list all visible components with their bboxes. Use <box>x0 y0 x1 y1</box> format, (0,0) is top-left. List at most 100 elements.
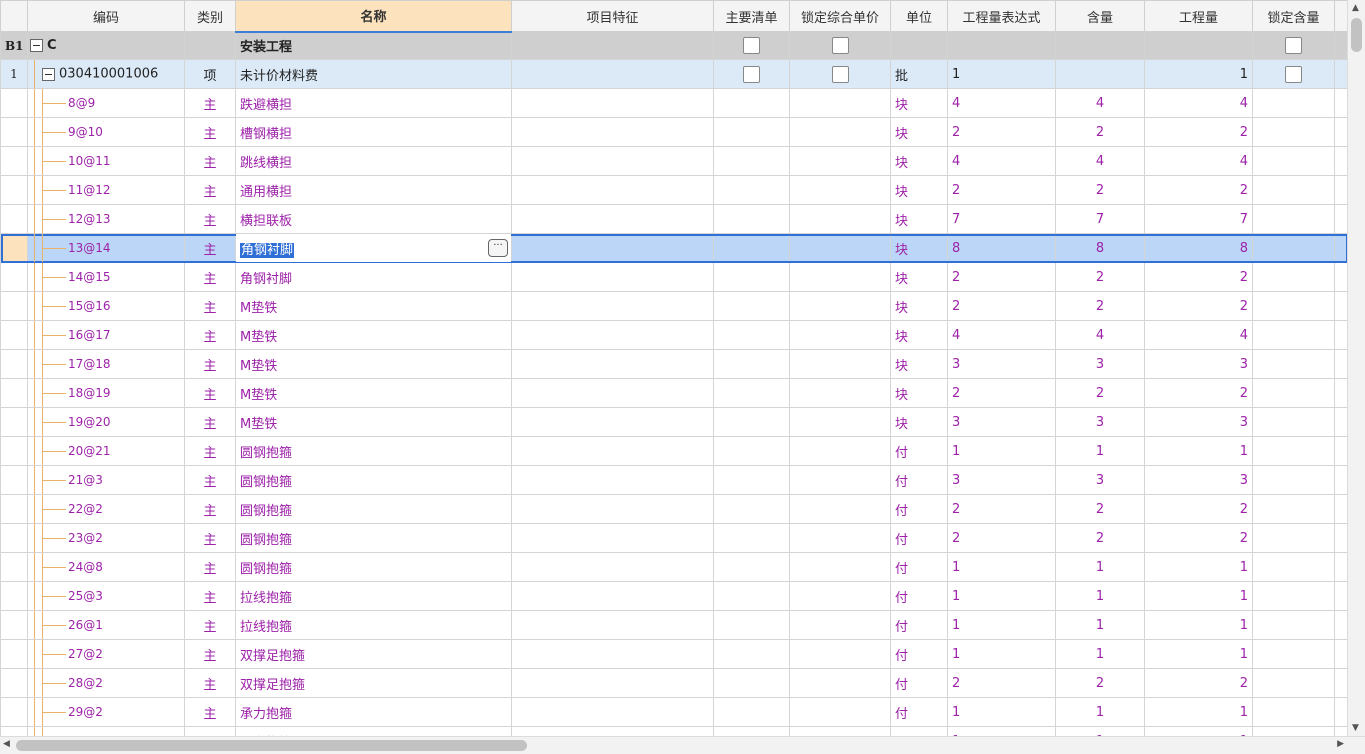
header-name[interactable]: 名称 <box>235 0 512 33</box>
code-cell[interactable]: 13@14 <box>27 233 185 263</box>
name-cell[interactable]: 跳线横担 <box>235 146 512 176</box>
collapse-minus-icon[interactable] <box>42 67 55 81</box>
content-cell[interactable]: 2 <box>1055 291 1145 321</box>
code-cell[interactable]: 24@8 <box>27 552 185 582</box>
table-row[interactable]: 14@15 主角钢衬脚块 2 2 2 <box>0 262 1347 292</box>
expr-cell[interactable]: 1 <box>947 610 1056 640</box>
code-cell[interactable]: 12@13 <box>27 204 185 234</box>
name-cell[interactable]: 角钢衬脚 <box>235 262 512 292</box>
table-row[interactable]: 16@17 主 M垫铁块 4 4 4 <box>0 320 1347 350</box>
content-cell[interactable]: 2 <box>1055 175 1145 205</box>
code-cell[interactable]: 9@10 <box>27 117 185 147</box>
header-lock-price[interactable]: 锁定综合单价 <box>789 0 891 32</box>
feature-cell[interactable] <box>511 146 714 176</box>
content-cell[interactable]: 4 <box>1055 320 1145 350</box>
horizontal-scroll-thumb[interactable] <box>16 740 527 751</box>
collapse-minus-icon[interactable] <box>30 39 43 52</box>
table-row[interactable]: 29@2 主承力抱箍付 1 1 1 <box>0 697 1347 727</box>
feature-cell[interactable] <box>511 552 714 582</box>
code-cell[interactable]: 18@19 <box>27 378 185 408</box>
name-cell[interactable]: 安装工程 <box>235 31 512 60</box>
feature-cell[interactable] <box>511 668 714 698</box>
name-cell[interactable]: 圆钢抱箍 <box>235 436 512 466</box>
expr-cell[interactable]: 1 <box>947 436 1056 466</box>
expr-cell[interactable]: 2 <box>947 175 1056 205</box>
feature-cell[interactable] <box>511 639 714 669</box>
content-cell[interactable]: 1 <box>1055 436 1145 466</box>
feature-cell[interactable] <box>511 233 714 263</box>
code-cell[interactable]: 11@12 <box>27 175 185 205</box>
code-cell[interactable]: 8@9 <box>27 88 185 118</box>
code-cell[interactable]: 16@17 <box>27 320 185 350</box>
name-cell[interactable]: M垫铁 <box>235 320 512 350</box>
feature-cell[interactable] <box>511 320 714 350</box>
content-cell[interactable]: 1 <box>1055 610 1145 640</box>
code-cell[interactable]: 29@2 <box>27 697 185 727</box>
table-row[interactable]: 17@18 主 M垫铁块 3 3 3 <box>0 349 1347 379</box>
table-row[interactable]: 28@2 主双撑足抱箍付 2 2 2 <box>0 668 1347 698</box>
code-cell[interactable]: 20@21 <box>27 436 185 466</box>
code-cell[interactable]: 23@2 <box>27 523 185 553</box>
horizontal-scrollbar[interactable]: ◀ ▶ <box>0 736 1365 754</box>
feature-cell[interactable] <box>511 378 714 408</box>
table-row[interactable]: 20@21 主圆钢抱箍付 1 1 1 <box>0 436 1347 466</box>
expr-cell[interactable]: 4 <box>947 146 1056 176</box>
expr-cell[interactable]: 2 <box>947 668 1056 698</box>
name-cell[interactable]: 未计价材料费 <box>235 59 512 89</box>
expr-cell[interactable]: 8 <box>947 233 1056 263</box>
table-row[interactable]: 18@19 主 M垫铁块 2 2 2 <box>0 378 1347 408</box>
header-qty[interactable]: 工程量 <box>1144 0 1253 32</box>
header-rownum[interactable] <box>0 0 28 32</box>
scroll-down-icon[interactable]: ▼ <box>1352 723 1359 733</box>
content-cell[interactable]: 7 <box>1055 204 1145 234</box>
expr-cell[interactable]: 3 <box>947 349 1056 379</box>
name-cell[interactable]: 槽钢横担 <box>235 117 512 147</box>
feature-cell[interactable] <box>511 204 714 234</box>
feature-cell[interactable] <box>511 175 714 205</box>
main-list-checkbox[interactable] <box>743 65 760 83</box>
code-cell[interactable]: 030410001006 <box>27 59 185 89</box>
feature-cell[interactable] <box>511 436 714 466</box>
content-cell[interactable]: 1 <box>1055 697 1145 727</box>
lock-price-checkbox[interactable] <box>831 37 849 54</box>
expr-cell[interactable]: 7 <box>947 204 1056 234</box>
code-cell[interactable]: 25@3 <box>27 581 185 611</box>
feature-cell[interactable] <box>511 465 714 495</box>
table-row[interactable]: 12@13 主横担联板块 7 7 7 <box>0 204 1347 234</box>
feature-cell[interactable] <box>511 349 714 379</box>
expr-cell[interactable]: 3 <box>947 465 1056 495</box>
code-cell[interactable]: 26@1 <box>27 610 185 640</box>
expr-cell[interactable]: 1 <box>947 552 1056 582</box>
table-row[interactable]: 30@7主承力抱箍付111 <box>0 726 1347 736</box>
table-row[interactable]: 23@2 主圆钢抱箍付 2 2 2 <box>0 523 1347 553</box>
feature-cell[interactable] <box>511 291 714 321</box>
code-cell[interactable]: 14@15 <box>27 262 185 292</box>
content-cell[interactable]: 4 <box>1055 88 1145 118</box>
lock-content-checkbox[interactable] <box>1285 37 1302 54</box>
header-lock-content[interactable]: 锁定含量 <box>1252 0 1335 32</box>
code-cell[interactable]: C <box>27 31 185 60</box>
code-cell[interactable]: 10@11 <box>27 146 185 176</box>
code-cell[interactable]: 28@2 <box>27 668 185 698</box>
header-expr[interactable]: 工程量表达式 <box>947 0 1056 32</box>
content-cell[interactable]: 1 <box>1055 581 1145 611</box>
name-cell[interactable]: 双撑足抱箍 <box>235 639 512 669</box>
expr-cell[interactable]: 1 <box>947 581 1056 611</box>
header-type[interactable]: 类别 <box>184 0 236 32</box>
expr-cell[interactable]: 2 <box>947 291 1056 321</box>
header-content[interactable]: 含量 <box>1055 0 1145 32</box>
name-cell[interactable]: 圆钢抱箍 <box>235 465 512 495</box>
name-cell[interactable]: 拉线抱箍 <box>235 581 512 611</box>
expr-cell[interactable]: 1 <box>947 726 1056 736</box>
feature-cell[interactable] <box>511 726 714 736</box>
table-row[interactable]: 9@10 主槽钢横担块 2 2 2 <box>0 117 1347 147</box>
table-row[interactable]: 8@9 主跌避横担块 4 4 4 <box>0 88 1347 118</box>
content-cell[interactable]: 2 <box>1055 262 1145 292</box>
header-feature[interactable]: 项目特征 <box>511 0 714 32</box>
name-text[interactable]: 角钢衬脚 <box>240 242 295 258</box>
content-cell[interactable]: 2 <box>1055 668 1145 698</box>
expr-cell[interactable]: 1 <box>947 639 1056 669</box>
table-row[interactable]: 21@3 主圆钢抱箍付 3 3 3 <box>0 465 1347 495</box>
expr-cell[interactable]: 2 <box>947 494 1056 524</box>
content-cell[interactable]: 2 <box>1055 494 1145 524</box>
